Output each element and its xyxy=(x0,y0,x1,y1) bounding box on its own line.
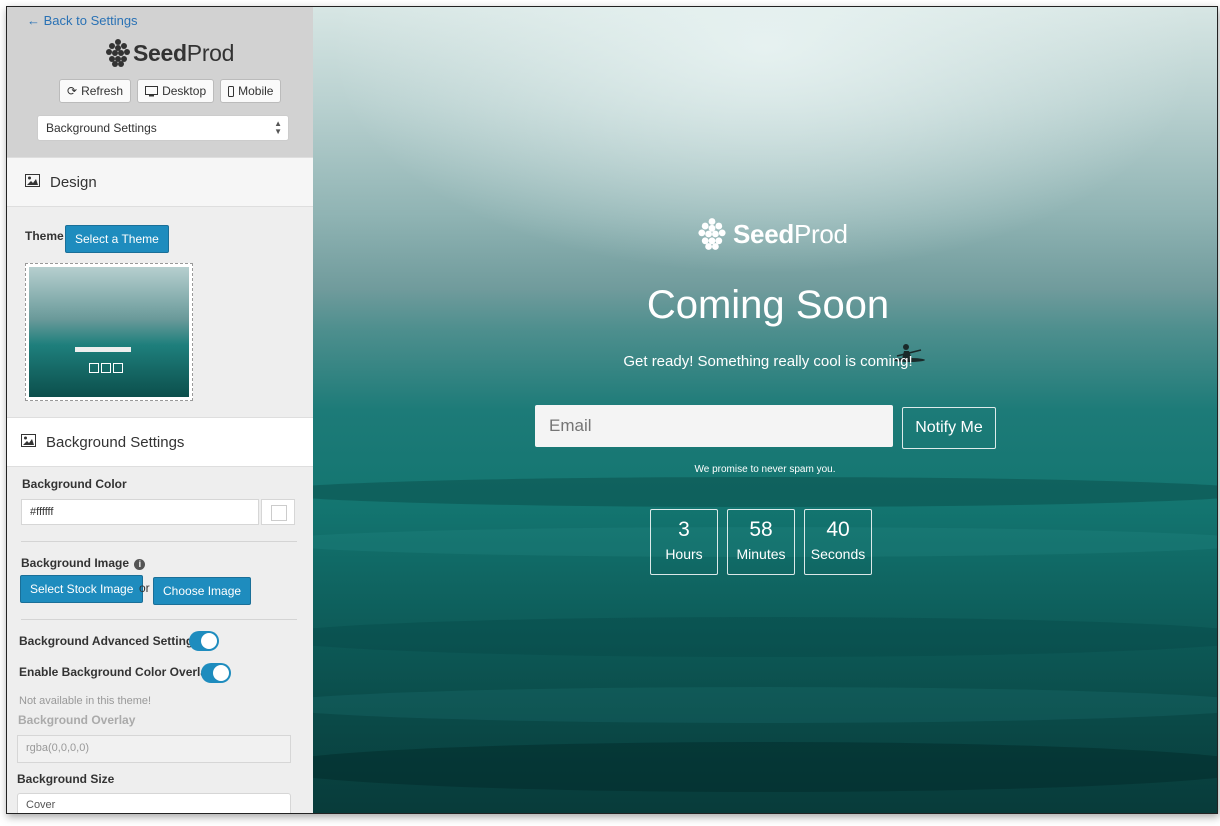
image-icon xyxy=(25,173,40,191)
refresh-button[interactable]: ⟳ Refresh xyxy=(59,79,132,103)
background-color-label: Background Color xyxy=(22,477,127,491)
desktop-icon xyxy=(145,85,159,96)
not-available-note: Not available in this theme! xyxy=(19,695,152,707)
advanced-settings-toggle[interactable] xyxy=(189,631,219,651)
wave-decoration xyxy=(313,617,1217,657)
theme-label: Theme xyxy=(25,229,64,243)
image-icon xyxy=(21,433,36,451)
countdown-hours: 3 Hours xyxy=(650,509,718,575)
divider xyxy=(21,619,297,620)
countdown-seconds: 40 Seconds xyxy=(804,509,872,575)
thumb-countdown-box xyxy=(89,363,99,373)
wave-decoration xyxy=(313,742,1217,792)
theme-preview-thumbnail[interactable] xyxy=(25,263,193,401)
refresh-icon: ⟳ xyxy=(67,84,78,98)
design-section-header[interactable]: Design xyxy=(7,157,313,207)
color-swatch[interactable] xyxy=(261,499,295,525)
divider xyxy=(21,541,297,542)
background-color-input[interactable]: #ffffff xyxy=(21,499,259,525)
countdown-minutes: 58 Minutes xyxy=(727,509,795,575)
desktop-button[interactable]: Desktop xyxy=(137,79,215,103)
or-text: or xyxy=(139,581,150,595)
back-to-settings-link[interactable]: ← Back to Settings xyxy=(27,13,138,28)
advanced-settings-label: Background Advanced Settings xyxy=(19,634,200,648)
spam-promise-text: We promise to never spam you. xyxy=(694,464,836,475)
thumb-email-bar xyxy=(75,347,131,352)
background-size-label: Background Size xyxy=(17,772,115,786)
seedprod-logo-icon xyxy=(698,218,726,250)
seedprod-logo: SeedProd xyxy=(103,37,234,69)
sidebar-header: ← Back to Settings SeedProd ⟳ Refresh De… xyxy=(7,7,313,157)
seedprod-logo-text: SeedProd xyxy=(133,39,235,66)
select-stock-image-button[interactable]: Select Stock Image xyxy=(20,575,144,603)
app-window: ← Back to Settings SeedProd ⟳ Refresh De… xyxy=(6,6,1218,814)
page-subtitle: Get ready! Something really cool is comi… xyxy=(623,353,913,370)
page-title: Coming Soon xyxy=(646,283,890,327)
select-arrows-icon: ▲ ▼ xyxy=(274,119,282,136)
email-input[interactable] xyxy=(535,405,893,447)
settings-section-select[interactable]: Background Settings ▲ ▼ xyxy=(37,115,289,141)
settings-sidebar: ← Back to Settings SeedProd ⟳ Refresh De… xyxy=(7,7,314,813)
mobile-button[interactable]: Mobile xyxy=(220,79,282,103)
wave-decoration xyxy=(313,477,1217,507)
background-image-label: Background Image i xyxy=(21,556,146,570)
mobile-icon xyxy=(228,85,235,97)
preview-logo: SeedProd xyxy=(695,215,848,253)
thumb-countdown-box xyxy=(113,363,123,373)
color-overlay-label: Enable Background Color Overlay xyxy=(19,665,214,679)
info-icon[interactable]: i xyxy=(134,559,146,570)
seedprod-logo-icon xyxy=(106,39,130,67)
background-size-select[interactable]: Cover xyxy=(17,793,291,813)
notify-me-button[interactable]: Notify Me xyxy=(902,407,996,449)
coming-soon-preview: SeedProd Coming Soon Get ready! Somethin… xyxy=(313,7,1217,813)
select-theme-button[interactable]: Select a Theme xyxy=(65,225,169,253)
preview-logo-text: SeedProd xyxy=(733,218,848,249)
background-overlay-input[interactable]: rgba(0,0,0,0) xyxy=(17,735,291,763)
thumb-countdown-box xyxy=(101,363,111,373)
background-overlay-label: Background Overlay xyxy=(18,713,136,727)
background-section-header[interactable]: Background Settings xyxy=(7,417,313,467)
color-overlay-toggle[interactable] xyxy=(201,663,231,683)
wave-decoration xyxy=(313,687,1217,723)
choose-image-button[interactable]: Choose Image xyxy=(153,577,252,605)
